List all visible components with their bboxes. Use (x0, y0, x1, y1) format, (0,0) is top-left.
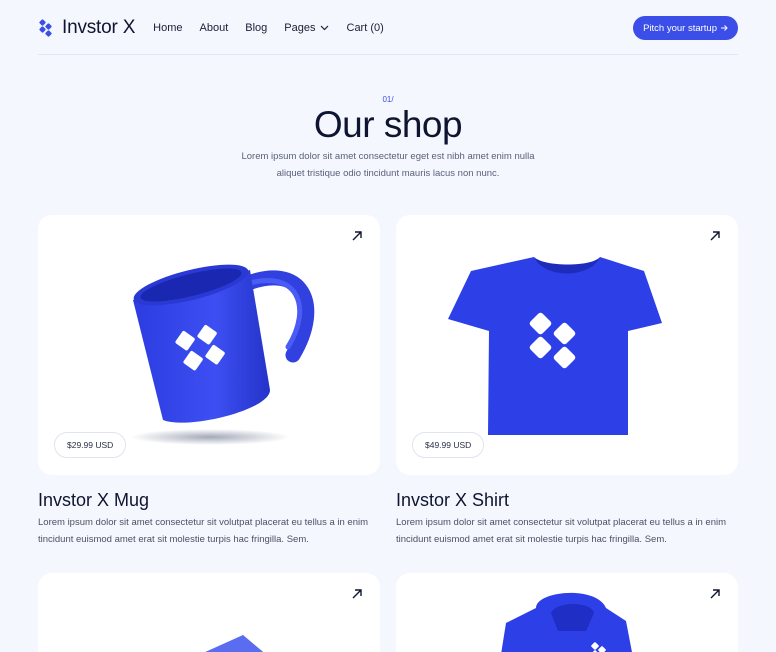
arrow-right-icon (721, 25, 728, 31)
product-desc-shirt: Lorem ipsum dolor sit amet consectetur s… (396, 517, 727, 545)
brand-name: Invstor X (62, 17, 136, 38)
nav-link-blog[interactable]: Blog (245, 22, 267, 34)
nav-link-about[interactable]: About (200, 22, 229, 34)
brand-logo-icon (39, 19, 52, 37)
product-title-mug[interactable]: Invstor X Mug (38, 490, 149, 511)
pitch-startup-button[interactable]: Pitch your startup (633, 16, 738, 40)
product-card-3[interactable] (38, 573, 380, 652)
pitch-startup-label: Pitch your startup (643, 22, 717, 34)
notebook-image (205, 635, 264, 652)
price-badge: $29.99 USD (54, 432, 127, 458)
section-subtitle: Lorem ipsum dolor sit amet consectetur e… (241, 151, 535, 179)
brand-logo[interactable]: Invstor X (38, 17, 135, 39)
nav-link-pages[interactable]: Pages (284, 22, 328, 34)
product-title-shirt[interactable]: Invstor X Shirt (396, 490, 509, 511)
nav-link-cart[interactable]: Cart (0) (347, 22, 384, 34)
product-card-mug[interactable]: $29.99 USD (38, 215, 380, 475)
product-desc-mug: Lorem ipsum dolor sit amet consectetur s… (38, 517, 369, 545)
header-divider (38, 54, 738, 55)
price-badge: $49.99 USD (412, 432, 485, 458)
navbar: Invstor X Home About Blog Pages Cart (0)… (38, 14, 738, 42)
product-card-4[interactable] (396, 573, 738, 652)
chevron-down-icon (320, 25, 328, 31)
page-title: Our shop (313, 104, 463, 145)
nav-link-home[interactable]: Home (153, 22, 182, 34)
product-card-shirt[interactable]: $49.99 USD (396, 215, 738, 475)
nav-link-pages-label: Pages (284, 22, 316, 34)
section-eyebrow: 01/ (382, 95, 394, 104)
hoodie-image (501, 592, 632, 652)
nav-links: Home About Blog Pages Cart (0) (153, 22, 384, 34)
